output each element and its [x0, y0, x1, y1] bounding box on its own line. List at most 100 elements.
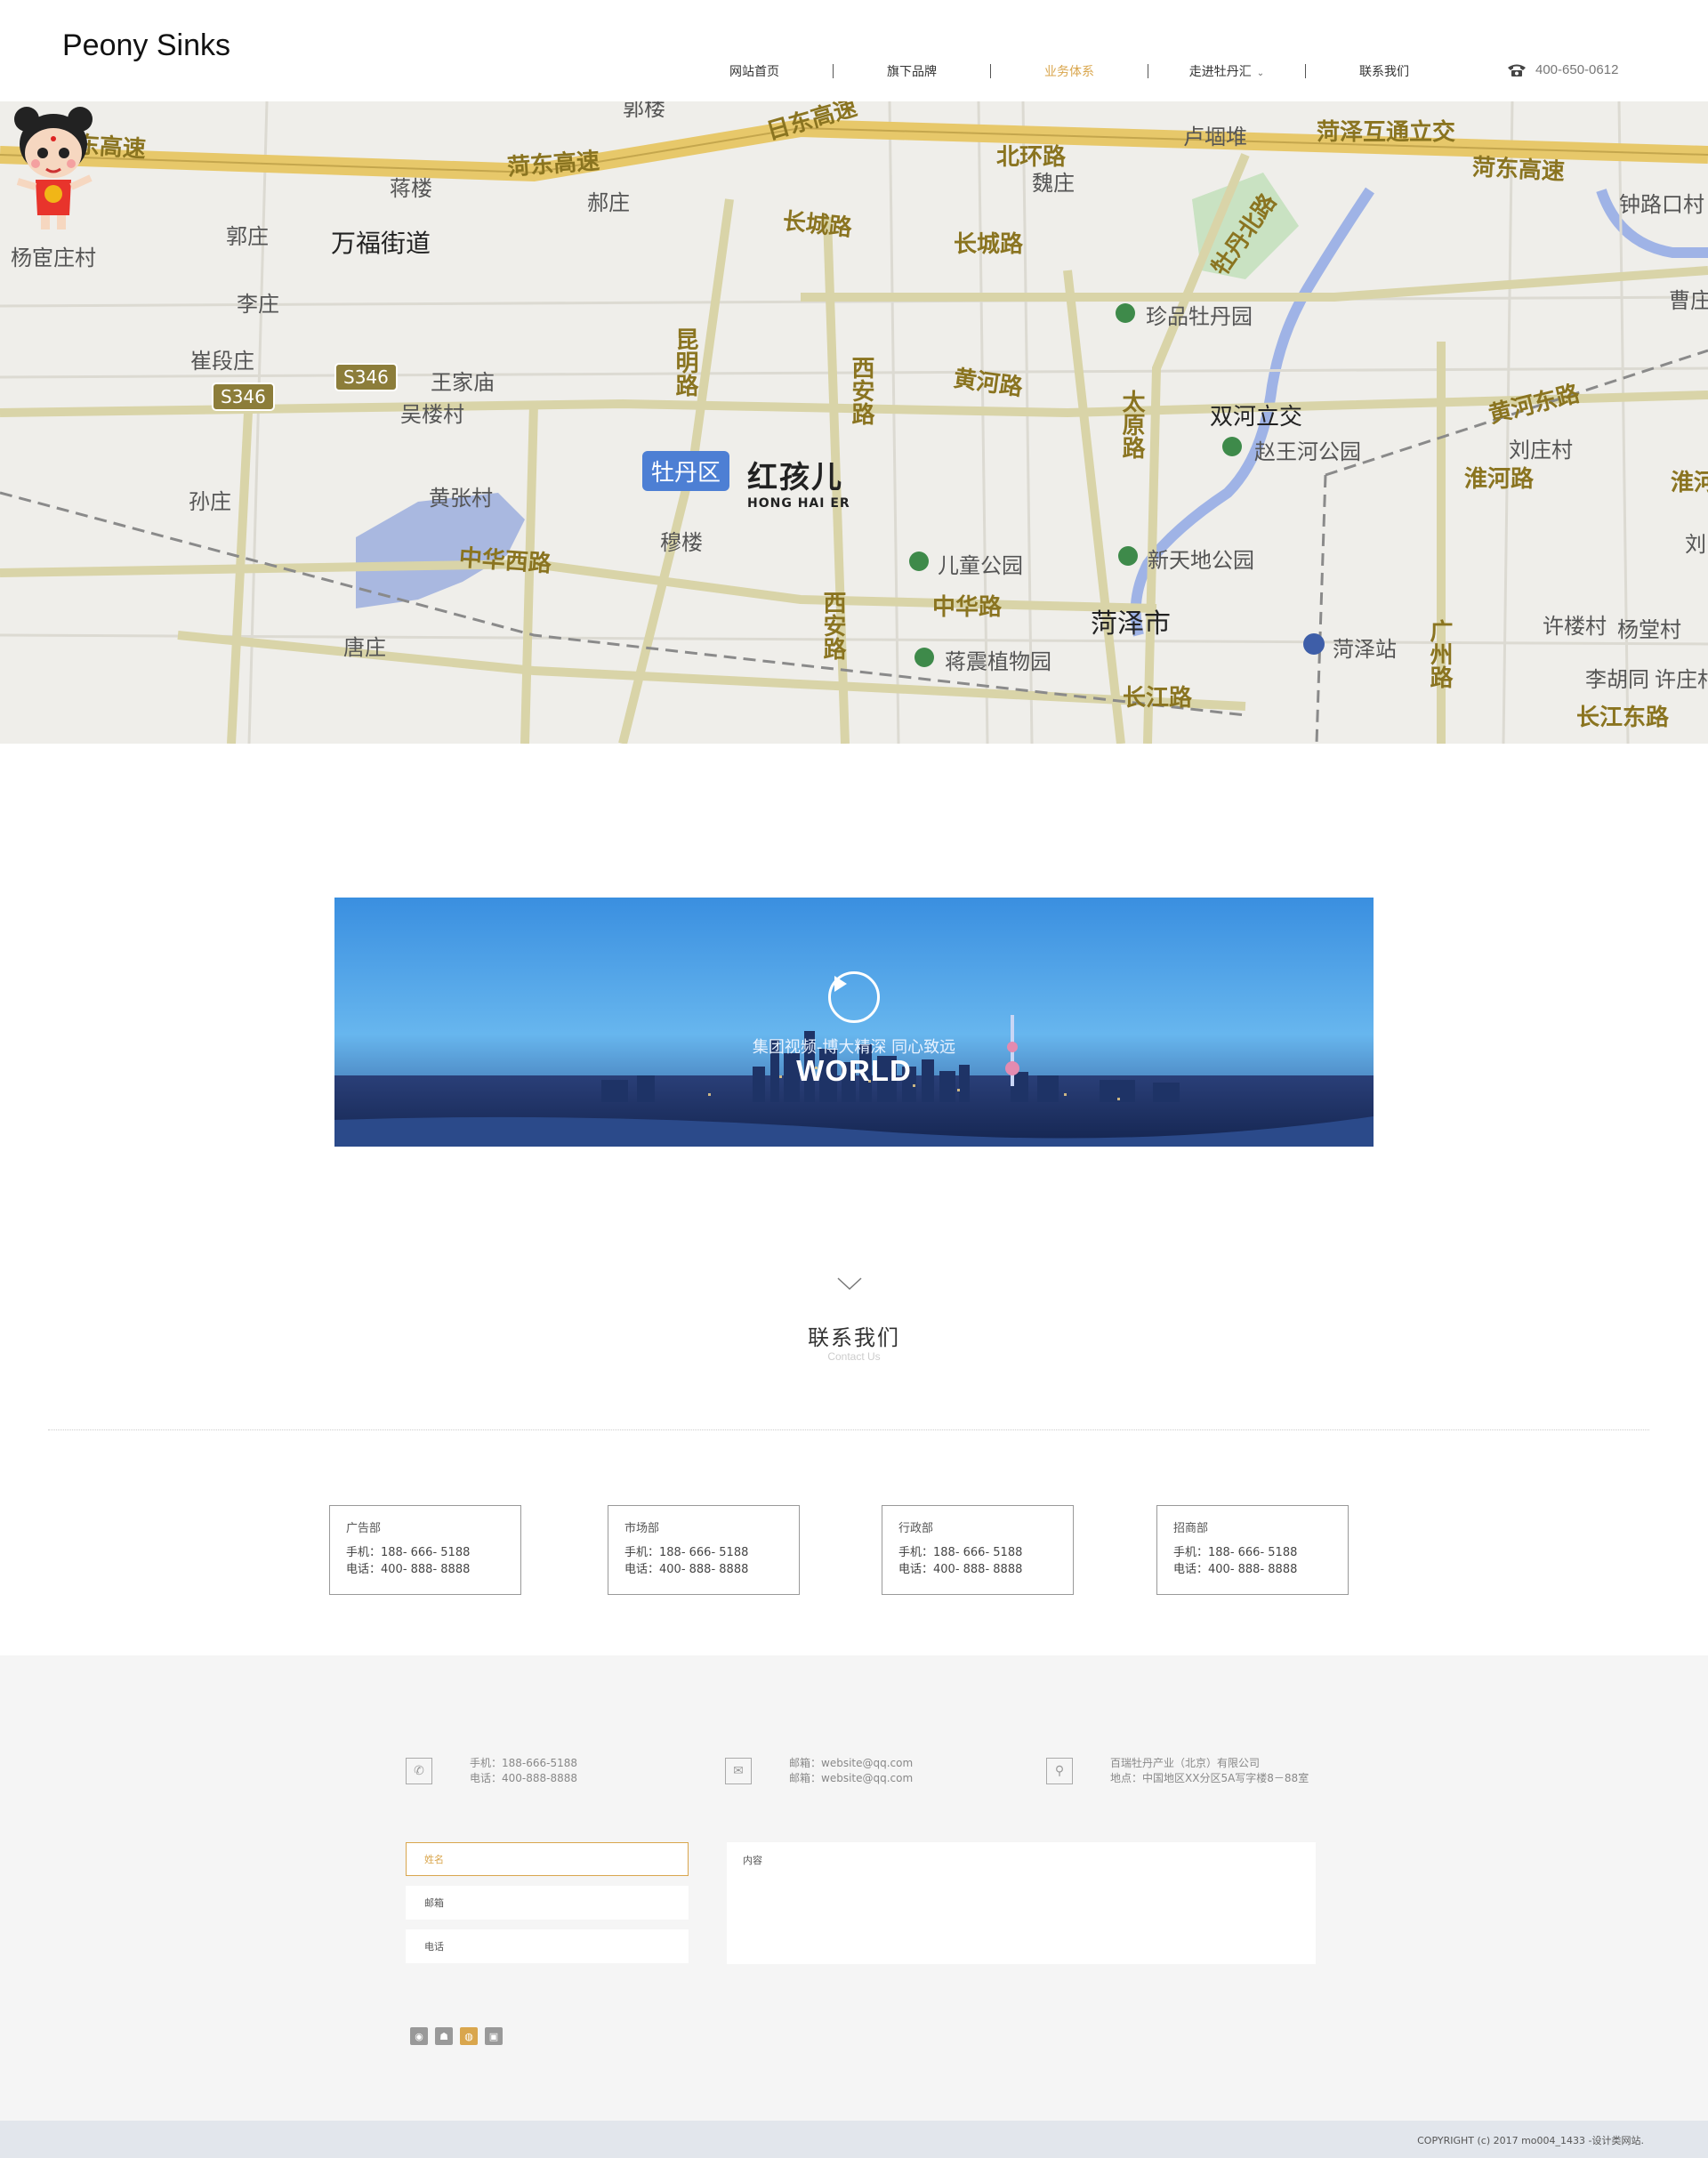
header-phone: 400-650-0612 — [1507, 62, 1618, 77]
footer-tel: 电话：400-888-8888 — [470, 1772, 578, 1784]
map-label: 孙庄 — [189, 489, 231, 514]
map-label: 曹庄 — [1669, 288, 1708, 313]
map-label: 许庄村 — [1655, 667, 1708, 692]
map-label: 郭庄 — [226, 224, 269, 249]
phone-field[interactable]: 电话 — [406, 1929, 689, 1963]
brand-name-cn: 红孩儿 — [747, 460, 843, 495]
map-label: 淮河路 — [1464, 466, 1535, 493]
map-label: 儿童公园 — [938, 553, 1023, 578]
wechat-icon[interactable]: ◍ — [460, 2027, 478, 2045]
map-label: 王家庙 — [431, 370, 495, 395]
map-label: 菏泽互通立交 — [1317, 119, 1456, 146]
nav-item-business[interactable]: 业务体系 — [991, 62, 1148, 80]
department-name: 招商部 — [1173, 1522, 1209, 1535]
map-label: 许楼村 — [1543, 614, 1607, 639]
site-header: Peony Sinks 网站首页 旗下品牌 业务体系 走进牡丹汇 ⌄ 联系我们 4… — [0, 0, 1708, 101]
map-label: 郭楼 — [623, 101, 665, 121]
telephone-icon — [1508, 64, 1526, 76]
map-label: 昆明路 — [672, 327, 698, 397]
phone-icon: ✆ — [406, 1758, 432, 1784]
map-label: 新天地公园 — [1148, 548, 1254, 573]
station-marker — [1303, 633, 1325, 655]
map-label: 李胡同 — [1585, 667, 1649, 692]
nav-item-brands[interactable]: 旗下品牌 — [834, 62, 990, 80]
department-mobile: 手机：188- 666- 5188 — [1173, 1546, 1298, 1559]
department-tel: 电话：400- 888- 8888 — [898, 1563, 1023, 1576]
map-label: 刘庄村 — [1509, 438, 1573, 463]
copyright-bar: COPYRIGHT (c) 2017 mo004_1433 -设计类网站. — [0, 2121, 1708, 2158]
chevron-down-icon: ⌄ — [1256, 68, 1265, 78]
map-label: 中华西路 — [457, 544, 552, 578]
map-label: 长江路 — [1123, 685, 1193, 712]
map-label: 卢堌堆 — [1183, 125, 1247, 149]
video-title: WORLD — [796, 1054, 912, 1087]
map-label: 赵王河公园 — [1254, 439, 1361, 464]
name-field[interactable]: 姓名 — [406, 1842, 689, 1876]
map-label: 淮河 — [1671, 470, 1708, 496]
map-label: 李庄 — [237, 292, 279, 317]
message-textarea[interactable]: 内容 — [727, 1842, 1316, 1964]
location-map[interactable]: 日东高速 菏东高速 蒋楼 郝庄 北环路 魏庄 卢堌堆 菏泽互通立交 菏东高速 钟… — [0, 101, 1708, 744]
footer-email-info: ✉ 邮箱：website@qq.com 邮箱：website@qq.com — [725, 1756, 913, 1786]
map-label: 吴楼村 — [400, 402, 464, 427]
district-badge: 牡丹区 — [642, 451, 730, 491]
map-label: 崔段庄 — [190, 349, 254, 374]
douban-icon[interactable]: ▣ — [485, 2027, 503, 2045]
map-label: 唐庄 — [343, 635, 386, 660]
footer-email-1[interactable]: 邮箱：website@qq.com — [789, 1756, 913, 1771]
map-label: 菏泽站 — [1333, 637, 1397, 662]
department-name: 广告部 — [346, 1522, 382, 1535]
map-label: 珍品牡丹园 — [1146, 304, 1253, 329]
envelope-icon: ✉ — [725, 1758, 752, 1784]
email-field[interactable]: 邮箱 — [406, 1886, 689, 1920]
map-label: 长城路 — [954, 231, 1024, 258]
map-label: 双河立交 — [1210, 404, 1303, 431]
map-label: 刘 — [1685, 532, 1706, 557]
map-label: 太原路 — [1118, 390, 1145, 459]
map-label: 杨宦庄村 — [11, 246, 96, 270]
map-label: 魏庄 — [1032, 171, 1075, 196]
department-mobile: 手机：188- 666- 5188 — [898, 1546, 1023, 1559]
section-divider — [48, 1429, 1649, 1430]
map-label: 万福街道 — [331, 229, 431, 258]
location-pin-icon: ⚲ — [1046, 1758, 1073, 1784]
department-card: 行政部 手机：188- 666- 5188 电话：400- 888- 8888 — [882, 1505, 1074, 1595]
map-label: 郝庄 — [587, 190, 630, 215]
map-label: 杨堂村 — [1617, 617, 1681, 642]
map-label: 菏东高速 — [506, 148, 601, 181]
qq-icon[interactable]: ☗ — [435, 2027, 453, 2045]
nav-item-about[interactable]: 走进牡丹汇 ⌄ — [1148, 62, 1305, 80]
map-label: 西安路 — [819, 591, 846, 660]
contact-heading: 联系我们 — [808, 1325, 900, 1350]
map-label: 菏东高速 — [1471, 154, 1566, 186]
department-tel: 电话：400- 888- 8888 — [346, 1563, 471, 1576]
map-label: 中华路 — [932, 594, 1003, 621]
department-mobile: 手机：188- 666- 5188 — [624, 1546, 749, 1559]
video-banner[interactable]: 集团视频-博大精深 同心致远 WORLD — [334, 898, 1374, 1147]
footer-email-2[interactable]: 邮箱：website@qq.com — [789, 1771, 913, 1786]
copyright-text: COPYRIGHT (c) 2017 mo004_1433 -设计类网站. — [1417, 2135, 1644, 2146]
footer-address-info: ⚲ 百瑞牡丹产业（北京）有限公司 地点：中国地区XX分区5A写字楼8－88室 — [1046, 1756, 1309, 1786]
map-label: 蒋楼 — [390, 176, 432, 201]
nav-item-about-label: 走进牡丹汇 — [1188, 64, 1252, 78]
contact-subheading: Contact Us — [827, 1350, 881, 1363]
site-footer: ✆ 手机：188-666-5188 电话：400-888-8888 ✉ 邮箱：w… — [0, 1655, 1708, 2121]
map-label: 广州路 — [1426, 619, 1453, 688]
weibo-icon[interactable]: ◉ — [410, 2027, 428, 2045]
map-label: 蒋震植物园 — [945, 649, 1051, 674]
map-label: 穆楼 — [660, 530, 703, 555]
map-label: 长江东路 — [1576, 705, 1670, 731]
brand-name-en: HONG HAI ER — [747, 496, 850, 511]
site-logo[interactable]: Peony Sinks — [62, 28, 230, 63]
play-button[interactable] — [828, 971, 880, 1023]
header-phone-number: 400-650-0612 — [1535, 62, 1619, 77]
nav-item-contact[interactable]: 联系我们 — [1306, 62, 1462, 80]
mascot-marker-icon[interactable] — [0, 101, 107, 235]
department-name: 行政部 — [898, 1522, 934, 1535]
map-label: 黄张村 — [429, 486, 493, 511]
department-tel: 电话：400- 888- 8888 — [1173, 1563, 1298, 1576]
department-card: 市场部 手机：188- 666- 5188 电话：400- 888- 8888 — [608, 1505, 800, 1595]
department-card: 广告部 手机：188- 666- 5188 电话：400- 888- 8888 — [329, 1505, 521, 1595]
department-mobile: 手机：188- 666- 5188 — [346, 1546, 471, 1559]
nav-item-home[interactable]: 网站首页 — [676, 62, 833, 80]
